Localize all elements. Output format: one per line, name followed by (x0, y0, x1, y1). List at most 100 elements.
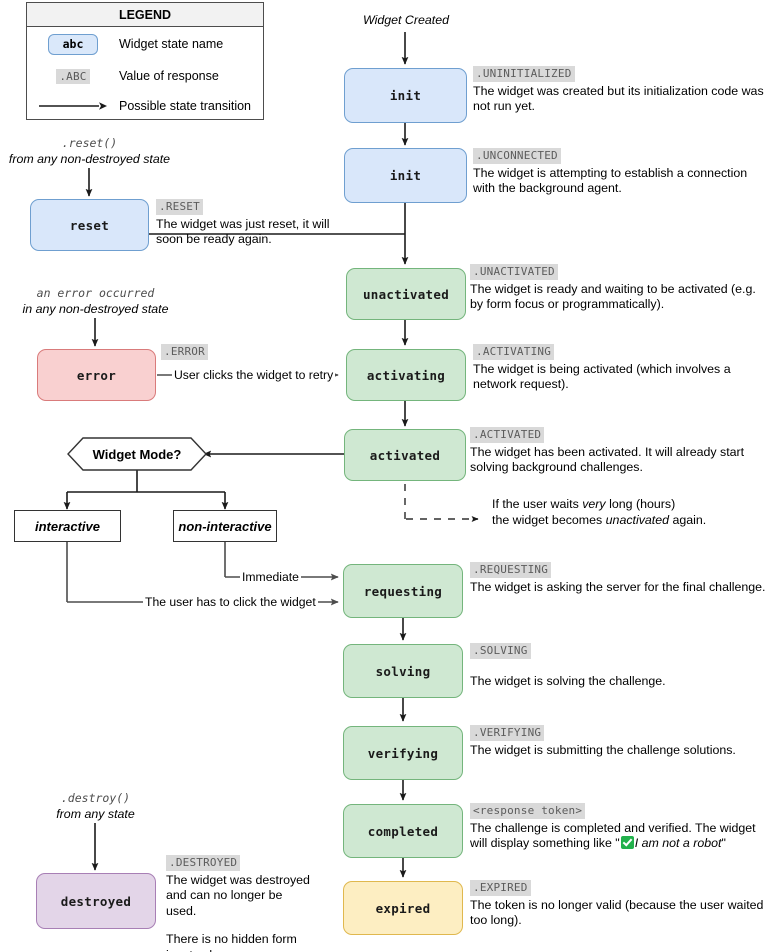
state-node-requesting[interactable]: requesting (343, 564, 463, 618)
legend-key-state-chip: abc (27, 33, 119, 55)
caption-reset-trigger: .reset() from any non-destroyed state (2, 136, 177, 167)
state-description-2: There is no hidden form input value anym… (166, 932, 297, 952)
state-description: The widget is solving the challenge. (470, 673, 666, 688)
state-node-error[interactable]: error (37, 349, 156, 401)
state-node-destroyed[interactable]: destroyed (36, 873, 156, 929)
state-label: solving (375, 663, 431, 679)
state-description: The widget is asking the server for the … (470, 579, 766, 594)
arrow-icon (39, 102, 107, 110)
decision-label: Widget Mode? (92, 446, 182, 462)
state-label: unactivated (362, 286, 450, 302)
state-node-reset[interactable]: reset (30, 199, 149, 251)
timeout-line-1: If the user waits very long (hours) (492, 497, 676, 511)
state-label: expired (375, 900, 431, 916)
state-code: .UNACTIVATED (470, 264, 558, 280)
legend-row-response: .ABC Value of response (27, 61, 263, 91)
caption-reset-scope: from any non-destroyed state (8, 151, 171, 166)
state-description: The widget is attempting to establish a … (473, 165, 748, 196)
state-description: The widget was created but its initializ… (473, 83, 764, 114)
completed-line-2-after: " (721, 836, 726, 850)
legend-label-transition: Possible state transition (119, 99, 252, 113)
mode-label: interactive (34, 518, 101, 534)
legend-state-chip: abc (47, 33, 99, 55)
legend-title: LEGEND (27, 3, 263, 27)
state-node-activating[interactable]: activating (346, 349, 466, 401)
annotation-init-unconnected: .UNCONNECTED The widget is attempting to… (473, 148, 770, 197)
timeout-line-2: the widget becomes unactivated again. (492, 512, 707, 527)
state-code: .EXPIRED (470, 880, 531, 896)
state-node-expired[interactable]: expired (343, 881, 463, 935)
edge-label-immediate: Immediate (240, 570, 301, 584)
edge-label-error-retry: User clicks the widget to retry (172, 368, 336, 382)
annotation-requesting: .REQUESTING The widget is asking the ser… (470, 562, 770, 595)
annotation-timeout: If the user waits very long (hours) the … (492, 497, 764, 528)
state-label: reset (69, 217, 110, 233)
state-code: .DESTROYED (166, 855, 241, 871)
state-label: init (389, 168, 422, 183)
edge-label-click-widget: The user has to click the widget (143, 595, 318, 609)
state-code: .REQUESTING (470, 562, 552, 578)
legend-panel: LEGEND abc Widget state name .ABC Value … (26, 2, 264, 120)
state-code: <response token> (470, 803, 586, 819)
state-code: .ERROR (161, 344, 208, 360)
timeout-emph-unactivated: unactivated (605, 512, 670, 527)
legend-key-response-chip: .ABC (27, 68, 119, 84)
caption-error-event: an error occurred (36, 286, 155, 300)
state-node-init-unconnected[interactable]: init (344, 148, 467, 203)
state-label: error (76, 367, 117, 383)
state-label: completed (367, 823, 439, 839)
state-description: The widget is submitting the challenge s… (470, 742, 736, 757)
annotation-error: .ERROR (161, 344, 251, 362)
completed-description: The challenge is completed and verified.… (470, 821, 770, 852)
state-description: The widget was just reset, it will soon … (156, 216, 330, 247)
state-code: .UNINITIALIZED (473, 66, 575, 82)
state-node-solving[interactable]: solving (343, 644, 463, 698)
state-label: activating (366, 367, 446, 383)
diagram-canvas: LEGEND abc Widget state name .ABC Value … (0, 0, 771, 952)
caption-widget-created: Widget Created (363, 13, 449, 27)
caption-error-scope: in any non-destroyed state (22, 301, 169, 316)
state-description: The widget is being activated (which inv… (473, 361, 731, 392)
annotation-verifying: .VERIFYING The widget is submitting the … (470, 725, 770, 758)
state-code: .SOLVING (470, 643, 531, 659)
state-code: .ACTIVATING (473, 344, 555, 360)
caption-destroy-call: .destroy() (60, 791, 131, 805)
legend-row-transition: Possible state transition (27, 91, 263, 121)
state-node-init-uninitialized[interactable]: init (344, 68, 467, 123)
state-node-completed[interactable]: completed (343, 804, 463, 858)
state-code: .VERIFYING (470, 725, 545, 741)
annotation-activated: .ACTIVATED The widget has been activated… (470, 427, 760, 476)
state-node-activated[interactable]: activated (344, 429, 466, 481)
completed-line-2-before: will display something like " (470, 836, 620, 850)
caption-reset-call: .reset() (61, 136, 118, 150)
state-description: The widget was destroyed and can no long… (166, 872, 310, 918)
state-node-verifying[interactable]: verifying (343, 726, 463, 780)
annotation-unactivated: .UNACTIVATED The widget is ready and wai… (470, 264, 770, 313)
annotation-solving: .SOLVING The widget is solving the chall… (470, 643, 770, 689)
annotation-activating: .ACTIVATING The widget is being activate… (473, 344, 758, 393)
caption-destroy-scope: from any state (56, 806, 135, 821)
annotation-init-uninitialized: .UNINITIALIZED The widget was created bu… (473, 66, 768, 115)
annotation-reset: .RESET The widget was just reset, it wil… (156, 199, 336, 248)
legend-key-arrow (27, 100, 119, 112)
state-code: .RESET (156, 199, 203, 215)
legend-label-response: Value of response (119, 69, 219, 83)
mode-node-non-interactive[interactable]: non-interactive (173, 510, 277, 542)
mode-label: non-interactive (178, 518, 272, 534)
annotation-completed: <response token> The challenge is comple… (470, 803, 770, 852)
mode-node-interactive[interactable]: interactive (14, 510, 121, 542)
state-label: init (389, 88, 422, 103)
annotation-expired: .EXPIRED The token is no longer valid (b… (470, 880, 770, 929)
legend-label-state: Widget state name (119, 37, 224, 51)
check-mark-icon (620, 836, 634, 849)
state-label: requesting (363, 583, 443, 599)
timeout-emph-very: very (582, 497, 606, 511)
state-description: The widget has been activated. It will a… (470, 444, 745, 475)
completed-line-1: The challenge is completed and verified.… (470, 820, 756, 835)
state-label: destroyed (60, 893, 132, 909)
state-label: activated (369, 447, 441, 463)
state-node-unactivated[interactable]: unactivated (346, 268, 466, 320)
decision-widget-mode[interactable]: Widget Mode? (67, 437, 207, 471)
caption-error-trigger: an error occurred in any non-destroyed s… (8, 286, 183, 317)
state-description: The token is no longer valid (because th… (470, 897, 764, 928)
